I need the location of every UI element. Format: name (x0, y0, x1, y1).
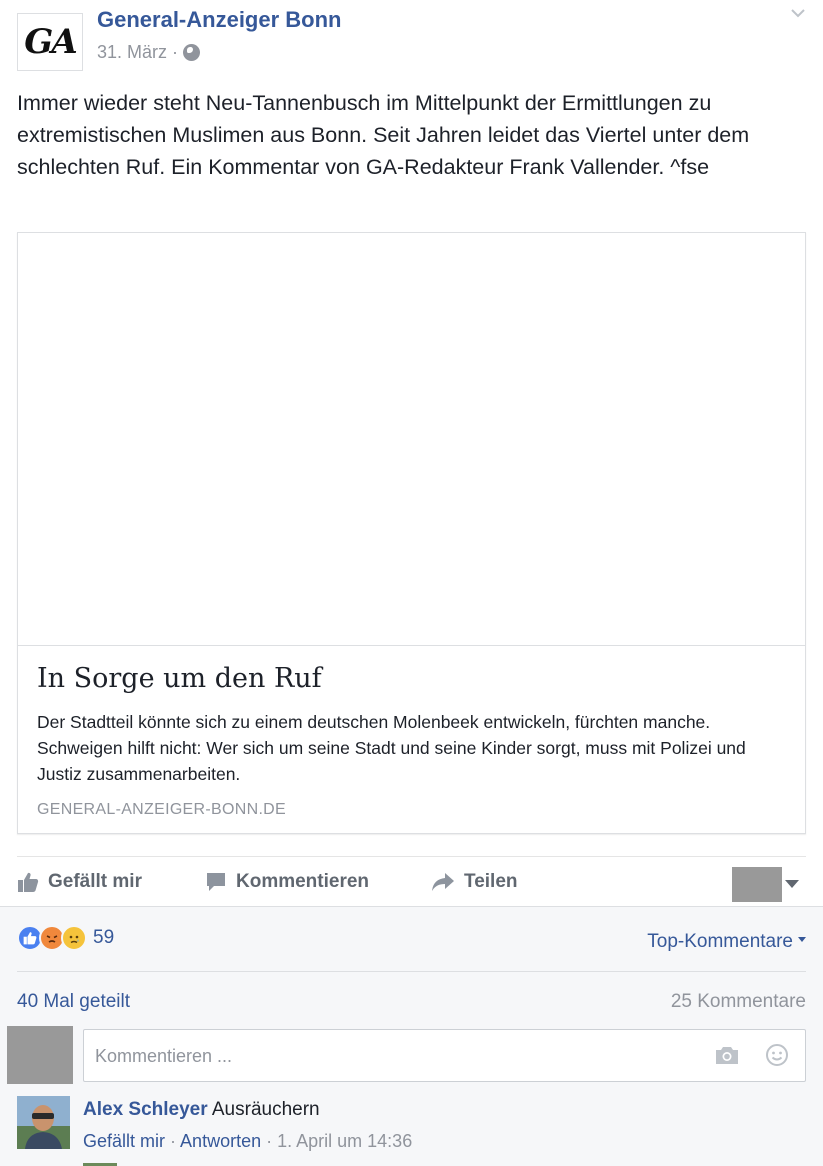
comment-separator: · (266, 1131, 273, 1151)
page-avatar[interactable]: GA (17, 13, 83, 71)
camera-icon[interactable] (714, 1044, 740, 1066)
comment-reply-link[interactable]: Antworten (180, 1131, 261, 1151)
post-text: Immer wieder steht Neu-Tannenbusch im Mi… (17, 91, 750, 179)
comment-sort-label: Top-Kommentare (647, 931, 793, 952)
audience-selector-avatar[interactable] (732, 867, 782, 902)
current-user-avatar (7, 1026, 73, 1084)
shares-count-link[interactable]: 40 Mal geteilt (17, 991, 130, 1013)
sad-reaction-icon (61, 925, 87, 951)
comment-sort-dropdown[interactable]: Top-Kommentare (647, 931, 806, 953)
link-title[interactable]: In Sorge um den Ruf (37, 663, 322, 694)
share-button[interactable]: Teilen (431, 871, 518, 893)
link-domain: GENERAL-ANZEIGER-BONN.DE (37, 801, 287, 818)
comment-like-link[interactable]: Gefällt mir (83, 1131, 165, 1151)
comment-label: Kommentieren (236, 871, 370, 892)
comment-actions: Gefällt mir · Antworten · 1. April um 14… (83, 1131, 412, 1152)
reaction-count[interactable]: 59 (93, 927, 114, 949)
share-label: Teilen (464, 871, 518, 892)
divider (17, 971, 806, 972)
meta-separator: · (172, 42, 179, 62)
smiley-icon[interactable] (765, 1043, 789, 1067)
page-name-link[interactable]: General-Anzeiger Bonn (97, 7, 341, 33)
link-preview-card[interactable]: In Sorge um den Ruf Der Stadtteil könnte… (17, 232, 806, 834)
comments-count[interactable]: 25 Kommentare (671, 991, 806, 1013)
thumbs-up-icon (18, 872, 39, 892)
comment-timestamp[interactable]: 1. April um 14:36 (277, 1131, 412, 1151)
chevron-down-icon[interactable] (791, 6, 805, 20)
comment-button[interactable]: Kommentieren (205, 871, 369, 893)
post-meta: 31. März · (97, 42, 201, 63)
globe-icon[interactable] (183, 44, 201, 61)
like-button[interactable]: Gefällt mir (17, 871, 142, 893)
commenter-avatar[interactable] (17, 1096, 70, 1149)
post-header: GA General-Anzeiger Bonn 31. März · (0, 0, 823, 80)
share-arrow-icon (432, 873, 454, 891)
reactions-summary[interactable]: 59 (17, 925, 114, 951)
comment-bubble-icon (207, 873, 225, 891)
post-action-bar: Gefällt mir Kommentieren Teilen (17, 856, 806, 906)
link-description: Der Stadtteil könnte sich zu einem deuts… (37, 712, 746, 784)
feedback-section: 59 Top-Kommentare 40 Mal geteilt 25 Komm… (0, 906, 823, 1166)
comment-text: Ausräuchern (211, 1099, 320, 1120)
comment-input[interactable]: Kommentieren ... (83, 1029, 806, 1082)
comment-author-link[interactable]: Alex Schleyer (83, 1099, 208, 1120)
link-preview-image[interactable] (18, 233, 805, 646)
caret-down-icon[interactable] (785, 880, 799, 888)
page-logo-text: GA (24, 22, 77, 62)
comment-input-placeholder: Kommentieren ... (95, 1046, 233, 1066)
comment-body: Alex Schleyer Ausräuchern (83, 1099, 320, 1121)
caret-down-icon (798, 936, 806, 942)
comment-separator: · (170, 1131, 177, 1151)
post-date[interactable]: 31. März (97, 42, 167, 63)
like-label: Gefällt mir (48, 871, 142, 892)
